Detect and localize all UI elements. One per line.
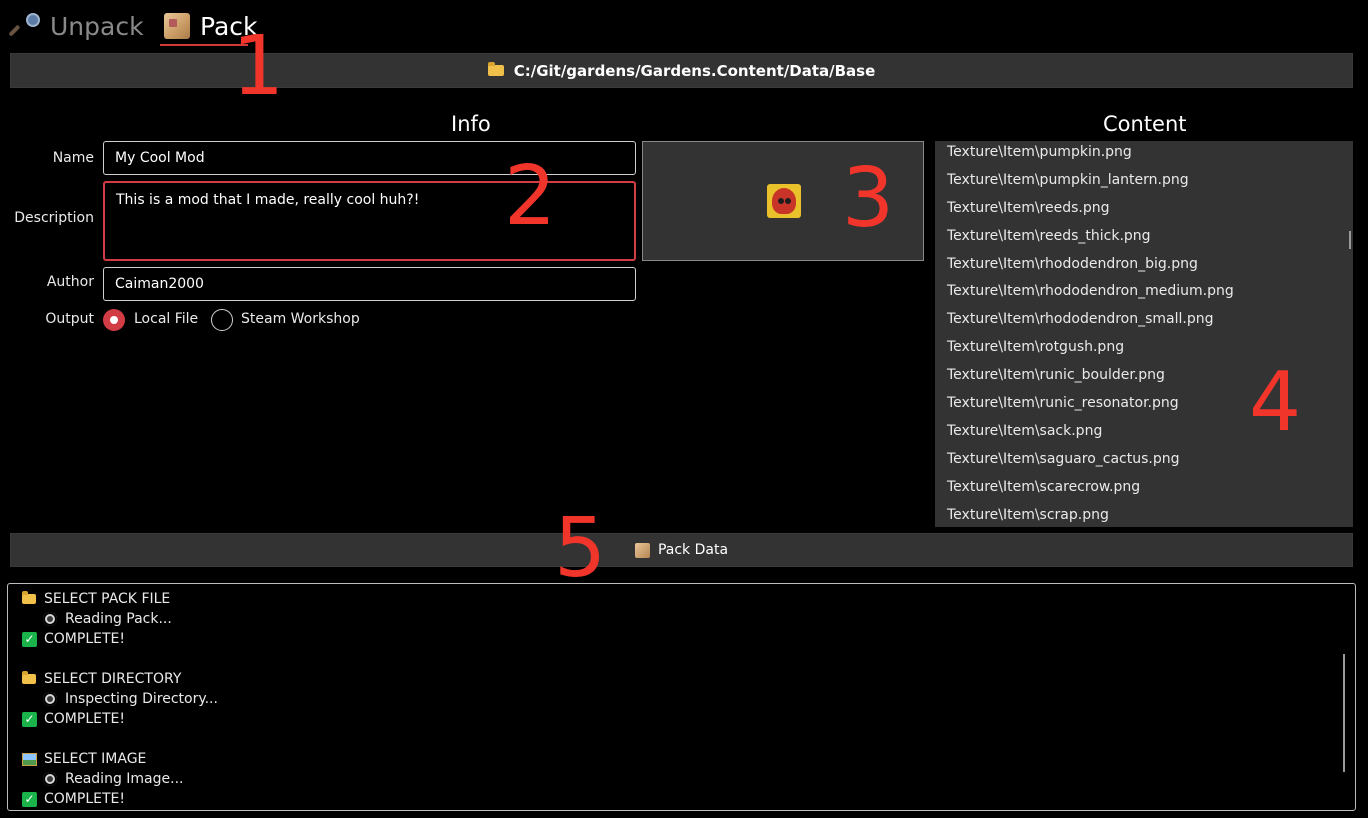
log-line: Reading Image... [43,769,183,789]
select-directory-button[interactable]: C:/Git/gardens/Gardens.Content/Data/Base [10,53,1353,88]
tab-unpack[interactable]: Unpack [8,6,144,46]
active-tab-indicator [160,44,248,46]
log-line-text: COMPLETE! [44,791,125,807]
mod-image-preview[interactable] [642,141,924,261]
info-heading: Info [451,112,491,136]
content-list-item[interactable]: Texture\Item\pumpkin.png [935,141,1353,169]
check-icon: ✓ [22,711,37,727]
content-list-item[interactable]: Texture\Item\runic_resonator.png [935,392,1353,420]
magnifier-icon [8,13,40,39]
description-input-value: This is a mod that I made, really cool h… [116,192,420,208]
output-label: Output [45,311,94,327]
gear-icon [43,692,57,706]
name-label: Name [52,150,94,166]
package-icon [634,542,650,558]
check-icon: ✓ [22,791,37,807]
log-line-text: Inspecting Directory... [65,691,218,707]
author-input[interactable]: Caiman2000 [103,267,636,301]
log-line: SELECT PACK FILE [22,589,170,609]
content-scrollbar[interactable] [1349,231,1351,249]
folder-icon [487,62,504,76]
content-list-item[interactable]: Texture\Item\rhododendron_medium.png [935,280,1353,308]
package-icon [164,13,190,39]
content-list-item[interactable]: Texture\Item\rhododendron_small.png [935,308,1353,336]
output-local-file-label[interactable]: Local File [134,311,198,327]
log-line: ✓ COMPLETE! [22,789,125,809]
log-scrollbar[interactable] [1343,654,1345,772]
folder-icon [22,671,36,684]
author-input-value: Caiman2000 [115,276,204,292]
content-list-item[interactable]: Texture\Item\pumpkin_lantern.png [935,169,1353,197]
tab-pack[interactable]: Pack [164,6,258,46]
content-list-item[interactable]: Texture\Item\saguaro_cactus.png [935,448,1353,476]
pack-data-button[interactable]: Pack Data [10,533,1353,567]
content-list-item[interactable]: Texture\Item\runic_boulder.png [935,364,1353,392]
gear-icon [43,772,57,786]
name-input[interactable]: My Cool Mod [103,141,636,175]
log-line-text: SELECT DIRECTORY [44,671,182,687]
content-list-item[interactable]: Texture\Item\reeds_thick.png [935,225,1353,253]
content-list-item[interactable]: Texture\Item\reeds.png [935,197,1353,225]
log-line: Reading Pack... [43,609,172,629]
output-steam-workshop-radio[interactable] [211,309,233,331]
log-line: ✓ COMPLETE! [22,709,125,729]
log-line: Inspecting Directory... [43,689,218,709]
content-list-item[interactable]: Texture\Item\sack.png [935,420,1353,448]
image-icon [22,752,37,766]
log-line-text: SELECT PACK FILE [44,591,171,607]
check-icon: ✓ [22,631,37,647]
pack-data-label: Pack Data [657,542,729,558]
content-list[interactable]: Texture\Item\pumpkin.png Texture\Item\pum… [935,141,1353,527]
mod-thumbnail-icon [767,184,801,218]
output-steam-workshop-label[interactable]: Steam Workshop [241,311,360,327]
content-list-item[interactable]: Texture\Item\rhododendron_big.png [935,253,1353,281]
content-list-item[interactable]: Texture\Item\scrap.png [935,504,1353,527]
tab-pack-label: Pack [200,11,258,41]
log-output: SELECT PACK FILE Reading Pack... ✓ COMPLETE… [7,583,1356,811]
author-label: Author [46,274,94,290]
log-line-text: COMPLETE! [44,711,125,727]
name-input-value: My Cool Mod [115,150,205,166]
content-list-item[interactable]: Texture\Item\rotgush.png [935,336,1353,364]
log-line-text: Reading Image... [65,771,184,787]
log-line-text: SELECT IMAGE [44,751,147,767]
log-line-text: COMPLETE! [44,631,125,647]
log-line: SELECT IMAGE [22,749,146,769]
log-line: SELECT DIRECTORY [22,669,181,689]
directory-path: C:/Git/gardens/Gardens.Content/Data/Base [513,61,876,80]
log-line: ✓ COMPLETE! [22,629,125,649]
description-label: Description [14,210,94,226]
log-line-text: Reading Pack... [65,611,172,627]
folder-icon [22,591,36,604]
output-local-file-radio[interactable] [103,309,125,331]
content-heading: Content [1103,112,1187,136]
content-list-item[interactable]: Texture\Item\scarecrow.png [935,476,1353,504]
description-input[interactable]: This is a mod that I made, really cool h… [103,181,636,261]
gear-icon [43,612,57,626]
tab-unpack-label: Unpack [50,11,144,41]
